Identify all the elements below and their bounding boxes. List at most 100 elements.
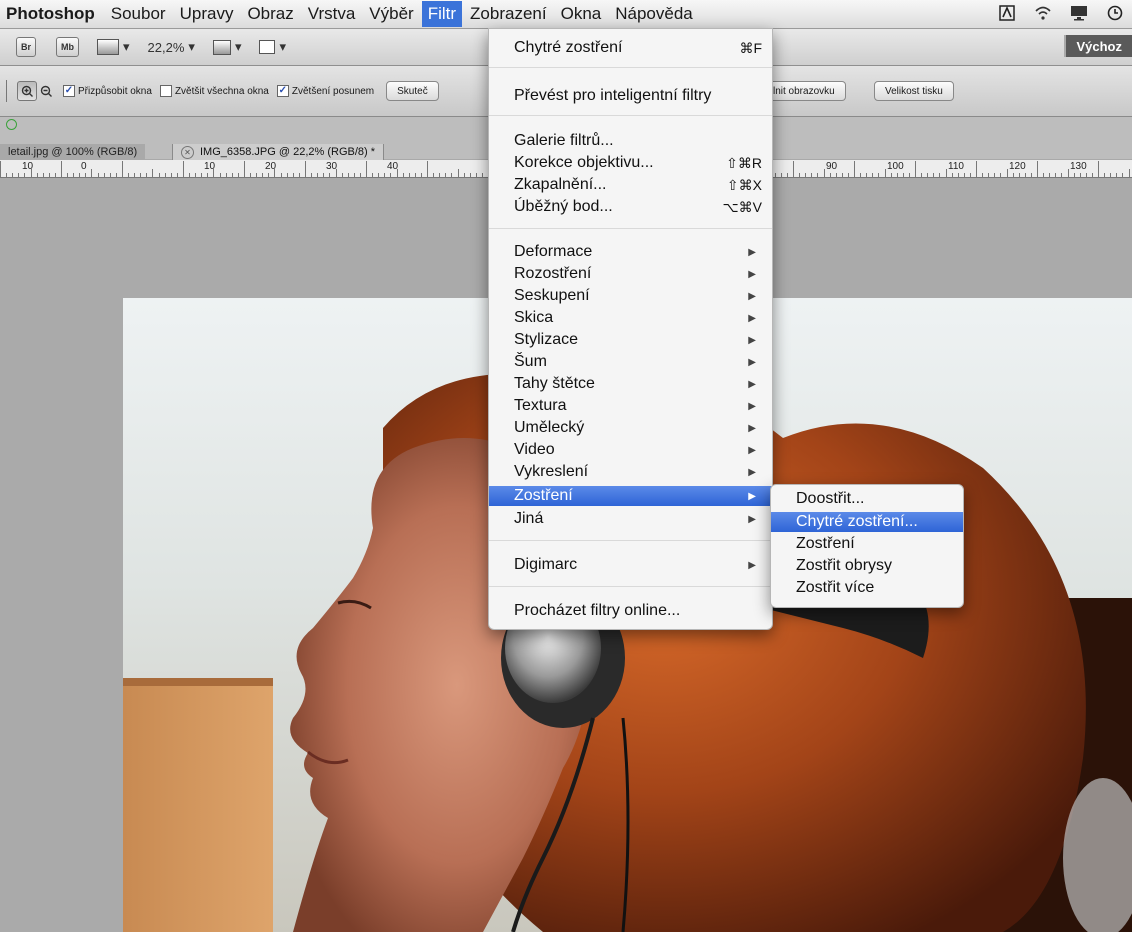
- menu-napoveda[interactable]: Nápověda: [615, 4, 693, 24]
- zoom-in-icon[interactable]: [17, 81, 37, 101]
- menu-item-brush-strokes[interactable]: Tahy štětce ▶: [489, 373, 772, 395]
- menu-item-other[interactable]: Jiná ▶: [489, 508, 772, 530]
- mini-bridge-button[interactable]: Mb: [56, 37, 80, 57]
- menu-item-video[interactable]: Video ▶: [489, 439, 772, 461]
- menu-item-stylize[interactable]: Stylizace ▶: [489, 329, 772, 351]
- ruler-tick: [1122, 173, 1123, 177]
- menu-vyber[interactable]: Výběr: [369, 4, 413, 24]
- chevron-down-icon: ▾: [234, 39, 242, 54]
- menu-item-smart-sharpen-last[interactable]: Chytré zostření ⌘F: [489, 37, 772, 59]
- ruler-tick: [79, 173, 80, 177]
- menu-item-sharpen[interactable]: Zostření ▶: [489, 486, 772, 506]
- submenu-item-sharpen-edges[interactable]: Zostřit obrysy: [771, 556, 963, 576]
- menu-item-shortcut: ⌥⌘V: [722, 198, 762, 215]
- tool-preset-picker[interactable]: [0, 80, 7, 102]
- submenu-arrow-icon: ▶: [748, 312, 756, 324]
- menu-item-digimarc[interactable]: Digimarc ▶: [489, 554, 772, 576]
- extras-dropdown[interactable]: ▾: [97, 39, 130, 55]
- submenu-arrow-icon: ▶: [748, 246, 756, 258]
- menu-item-label: Chytré zostření: [514, 39, 623, 56]
- menu-item-browse-filters-online[interactable]: Procházet filtry online...: [489, 600, 772, 622]
- ruler-tick: [409, 173, 410, 177]
- submenu-item-unsharp-more[interactable]: Zostřit více: [771, 578, 963, 598]
- submenu-arrow-icon: ▶: [748, 559, 756, 571]
- checkbox-label: Přizpůsobit okna: [78, 85, 152, 97]
- submenu-item-sharpen-more[interactable]: Doostřit...: [771, 489, 963, 509]
- menu-item-pixelate[interactable]: Seskupení ▶: [489, 285, 772, 307]
- menu-item-liquify[interactable]: Zkapalnění... ⇧⌘X: [489, 174, 772, 196]
- submenu-item-smart-sharpen[interactable]: Chytré zostření...: [771, 512, 963, 532]
- menu-okna[interactable]: Okna: [561, 4, 602, 24]
- ruler-tick: [952, 173, 953, 177]
- menu-filtr[interactable]: Filtr: [421, 1, 463, 27]
- submenu-arrow-icon: ▶: [748, 290, 756, 302]
- menu-item-sketch[interactable]: Skica ▶: [489, 307, 772, 329]
- ruler-label: 120: [1009, 161, 1026, 172]
- menu-item-filter-gallery[interactable]: Galerie filtrů...: [489, 130, 772, 152]
- screen-mode-dropdown[interactable]: ▾: [259, 39, 286, 55]
- ruler-tick: [458, 169, 459, 177]
- ruler-tick: [378, 173, 379, 177]
- ruler-tick: [201, 173, 202, 177]
- zoom-dropdown[interactable]: 22,2% ▾: [148, 39, 195, 55]
- clock-icon[interactable]: [1106, 4, 1124, 22]
- menu-item-label: Zkapalnění...: [514, 176, 607, 193]
- bridge-button[interactable]: Br: [16, 37, 37, 57]
- ruler-tick: [0, 161, 1, 177]
- fill-screen-button[interactable]: ylnit obrazovku: [764, 81, 846, 101]
- ruler-tick: [281, 173, 282, 177]
- arrange-documents-dropdown[interactable]: ▾: [212, 39, 242, 55]
- submenu-item-sharpen[interactable]: Zostření: [771, 534, 963, 554]
- tab-detail[interactable]: letail.jpg @ 100% (RGB/8): [0, 144, 146, 160]
- ruler-tick: [146, 173, 147, 177]
- ruler-tick: [982, 173, 983, 177]
- ruler-tick: [946, 169, 947, 177]
- wifi-icon[interactable]: [1034, 4, 1052, 22]
- menu-item-texture[interactable]: Textura ▶: [489, 395, 772, 417]
- menu-item-vanishing-point[interactable]: Úběžný bod... ⌥⌘V: [489, 196, 772, 218]
- ruler-tick: [323, 173, 324, 177]
- menu-item-shortcut: ⇧⌘R: [726, 154, 762, 171]
- menu-vrstva[interactable]: Vrstva: [308, 4, 356, 24]
- menu-item-label: Procházet filtry online...: [514, 602, 681, 619]
- menu-item-render[interactable]: Vykreslení ▶: [489, 461, 772, 483]
- ruler-tick: [964, 173, 965, 177]
- ruler-tick: [250, 173, 251, 177]
- menu-soubor[interactable]: Soubor: [111, 4, 166, 24]
- menu-item-noise[interactable]: Šum ▶: [489, 351, 772, 373]
- ruler-tick: [1129, 169, 1130, 177]
- tab-img-6358[interactable]: ✕ IMG_6358.JPG @ 22,2% (RGB/8) *: [172, 144, 385, 160]
- ruler-label: 100: [887, 161, 904, 172]
- scrubby-zoom-checkbox[interactable]: ✓ Zvětšení posunem: [276, 85, 374, 97]
- app-menu[interactable]: Photoshop: [6, 4, 95, 24]
- ruler-tick: [464, 173, 465, 177]
- resize-windows-checkbox[interactable]: ✓ Přizpůsobit okna: [63, 85, 152, 97]
- menu-obraz[interactable]: Obraz: [247, 4, 293, 24]
- menu-item-artistic[interactable]: Umělecký ▶: [489, 417, 772, 439]
- ruler-tick: [897, 173, 898, 177]
- ruler-tick: [921, 173, 922, 177]
- checkbox-checked: ✓: [276, 85, 289, 97]
- zoom-value: 22,2%: [147, 39, 185, 55]
- zoom-out-icon[interactable]: [37, 82, 55, 100]
- ruler-label: 40: [387, 161, 399, 172]
- menu-item-blur[interactable]: Rozostření ▶: [489, 263, 772, 285]
- menu-item-convert-smart-filters[interactable]: Převést pro inteligentní filtry: [489, 85, 772, 107]
- zoom-all-windows-checkbox[interactable]: Zvětšit všechna okna: [159, 85, 269, 97]
- menu-item-distort[interactable]: Deformace ▶: [489, 241, 772, 263]
- ruler-tick: [1104, 173, 1105, 177]
- menu-item-lens-correction[interactable]: Korekce objektivu... ⇧⌘R: [489, 152, 772, 174]
- menu-item-label: Tahy štětce: [514, 375, 595, 392]
- print-size-button[interactable]: Velikost tisku: [874, 81, 954, 101]
- ruler-label: 110: [948, 161, 964, 172]
- actual-pixels-button[interactable]: Skuteč: [386, 81, 439, 101]
- workspace-switcher[interactable]: Výchoz: [1064, 35, 1132, 57]
- display-icon[interactable]: [1070, 4, 1088, 22]
- status-tray: [998, 4, 1124, 22]
- menu-upravy[interactable]: Upravy: [180, 4, 234, 24]
- close-icon[interactable]: ✕: [181, 145, 194, 159]
- ruler-tick: [1019, 173, 1020, 177]
- adobe-icon[interactable]: [998, 4, 1016, 22]
- menu-zobrazeni[interactable]: Zobrazení: [470, 4, 547, 24]
- ruler-tick: [1000, 173, 1001, 177]
